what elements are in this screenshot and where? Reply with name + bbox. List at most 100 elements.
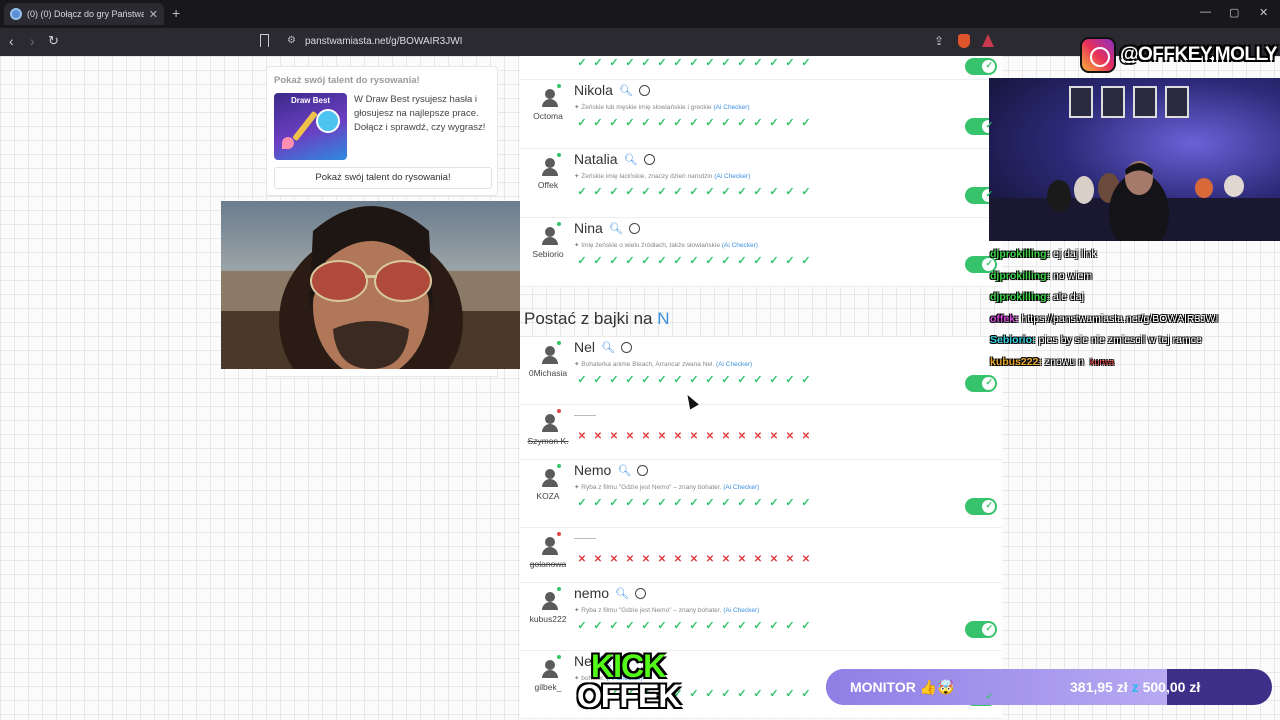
player-name: Octoma xyxy=(533,111,563,121)
check-icon: ✓ xyxy=(985,623,993,633)
cross-icon: ✕ xyxy=(609,431,619,442)
check-icon: ✓ xyxy=(769,620,779,632)
player-name: 0Michasia xyxy=(528,368,568,378)
chat-username: djprokilling: xyxy=(990,269,1051,282)
check-icon: ✓ xyxy=(657,374,667,386)
draw-best-logo[interactable]: Draw Best xyxy=(274,93,347,160)
valid-toggle[interactable]: ✓ xyxy=(965,621,997,638)
brave-rewards-icon[interactable] xyxy=(982,34,994,47)
emoji-icon[interactable] xyxy=(638,84,650,96)
globe-icon xyxy=(10,8,22,20)
search-icon[interactable]: 🔍︎ xyxy=(617,464,631,477)
cross-icon: ✕ xyxy=(801,431,811,442)
share-icon[interactable]: ⇪ xyxy=(934,34,944,48)
avatar-body xyxy=(542,424,558,432)
check-icon: ✓ xyxy=(673,374,683,386)
emoji-icon[interactable] xyxy=(628,222,640,234)
score-marks: ✓ ✓ ✓ ✓ ✓ ✓ ✓ ✓ ✓ ✓ ✓ ✓ ✓ ✓ ✓ xyxy=(576,374,812,386)
valid-toggle[interactable]: ✓ xyxy=(965,375,997,392)
minimize-button[interactable]: — xyxy=(1200,6,1211,18)
back-icon[interactable]: ‹ xyxy=(9,33,14,49)
check-icon: ✓ xyxy=(721,117,731,129)
check-icon: ✓ xyxy=(721,688,731,700)
current-amount: 381,95 zł xyxy=(1070,679,1128,695)
answer-description: ✦ Imię żeńskie o wielu źródłach, także s… xyxy=(574,242,758,249)
monitor-label: MONITOR 👍🤯 xyxy=(850,679,955,695)
check-icon: ✓ xyxy=(609,186,619,198)
check-icon: ✓ xyxy=(769,117,779,129)
room-scene xyxy=(989,161,1280,241)
avatar-body xyxy=(542,237,558,245)
search-icon[interactable]: 🔍︎ xyxy=(601,341,615,354)
online-status-dot xyxy=(557,153,561,157)
check-icon: ✓ xyxy=(657,255,667,267)
check-icon: ✓ xyxy=(673,57,683,69)
draw-best-button[interactable]: Pokaż swój talent do rysowania! xyxy=(274,167,492,189)
new-tab-button[interactable]: + xyxy=(172,5,180,21)
check-icon: ✓ xyxy=(689,497,699,509)
player-name: Sebiorio xyxy=(532,249,564,259)
bookmark-icon[interactable] xyxy=(260,34,269,47)
tab-bar: (0) (0) Dołącz do gry Państwa M ✕ + — ▢ … xyxy=(0,0,1280,28)
check-icon: ✓ xyxy=(577,57,587,69)
cross-icon: ✕ xyxy=(737,431,747,442)
avatar xyxy=(539,589,561,611)
url-field[interactable]: panstwamiasta.net/g/BOWAIR3JWI xyxy=(305,36,462,47)
emoji-icon[interactable] xyxy=(620,341,632,353)
cross-icon: ✕ xyxy=(673,554,683,565)
check-icon: ✓ xyxy=(785,620,795,632)
avatar xyxy=(539,155,561,177)
site-info-icon[interactable]: ⚙ xyxy=(287,35,296,46)
forward-icon[interactable]: › xyxy=(30,33,35,49)
draw-best-promo: Pokaż swój talent do rysowania! Draw Bes… xyxy=(266,66,498,196)
valid-toggle[interactable]: ✓ xyxy=(965,58,997,75)
instagram-overlay: @OFFKEY.MOLLY xyxy=(1080,36,1278,74)
cross-icon: ✕ xyxy=(721,431,731,442)
cross-icon: ✕ xyxy=(593,554,603,565)
check-icon: ✓ xyxy=(985,258,993,268)
check-icon: ✓ xyxy=(721,57,731,69)
answer: Natalia 🔍︎ xyxy=(574,151,655,167)
close-window-button[interactable]: ✕ xyxy=(1259,6,1268,19)
answer-description: ✦ Żeńskie lub męskie imię słowiańskie i … xyxy=(574,104,750,111)
emoji-icon[interactable] xyxy=(637,464,649,476)
close-tab-icon[interactable]: ✕ xyxy=(149,8,158,21)
search-icon[interactable]: 🔍︎ xyxy=(609,222,623,235)
description-text: Żeńskie lub męskie imię słowiańskie i gr… xyxy=(581,104,712,111)
check-icon: ✓ xyxy=(801,255,811,267)
check-icon: ✓ xyxy=(769,497,779,509)
check-icon: ✓ xyxy=(577,374,587,386)
answer-text: Nina xyxy=(574,220,603,236)
check-icon: ✓ xyxy=(769,186,779,198)
avatar xyxy=(539,411,561,433)
check-icon: ✓ xyxy=(625,255,635,267)
check-icon: ✓ xyxy=(801,374,811,386)
cross-icon: ✕ xyxy=(641,431,651,442)
emoji-icon[interactable] xyxy=(643,153,655,165)
valid-toggle[interactable]: ✓ xyxy=(965,498,997,515)
chat-message: djprokilling: ej daj link xyxy=(990,248,1097,260)
browser-tab[interactable]: (0) (0) Dołącz do gry Państwa M ✕ xyxy=(4,3,164,25)
result-row: Octoma Nikola 🔍︎ ✦ Żeńskie lub męskie imię … xyxy=(520,80,1002,149)
avatar-head xyxy=(545,89,555,99)
avatar-body xyxy=(542,479,558,487)
result-row: golanowa ✕ ✕ ✕ ✕ ✕ ✕ ✕ ✕ ✕ ✕ ✕ ✕ ✕ ✕ ✕ xyxy=(520,528,1002,583)
reload-icon[interactable]: ↻ xyxy=(48,33,59,49)
avatar-head xyxy=(545,346,555,356)
brave-shields-icon[interactable] xyxy=(958,34,970,48)
search-icon[interactable]: 🔍︎ xyxy=(624,153,638,166)
result-row: 0Michasia Nel 🔍︎ ✦ Bohaterka anime Bleach, … xyxy=(520,337,1002,405)
screen: (0) (0) Dołącz do gry Państwa M ✕ + — ▢ … xyxy=(0,0,1280,720)
chat-username: djprokilling: xyxy=(990,291,1051,304)
search-icon[interactable]: 🔍︎ xyxy=(619,84,633,97)
emoji-icon[interactable] xyxy=(635,587,646,599)
check-icon: ✓ xyxy=(721,620,731,632)
result-row: Sebiorio Nina 🔍︎ ✦ Imię żeńskie o wielu źró… xyxy=(520,218,1002,287)
check-icon: ✓ xyxy=(593,117,603,129)
answer-description: ✦ Ryba z filmu "Gdzie jest Nemo" – znany… xyxy=(574,484,760,491)
check-icon: ✓ xyxy=(673,255,683,267)
player-name: Offek xyxy=(537,180,559,190)
maximize-button[interactable]: ▢ xyxy=(1229,6,1239,19)
check-icon: ✓ xyxy=(753,620,763,632)
search-icon[interactable]: 🔍︎ xyxy=(615,587,629,600)
